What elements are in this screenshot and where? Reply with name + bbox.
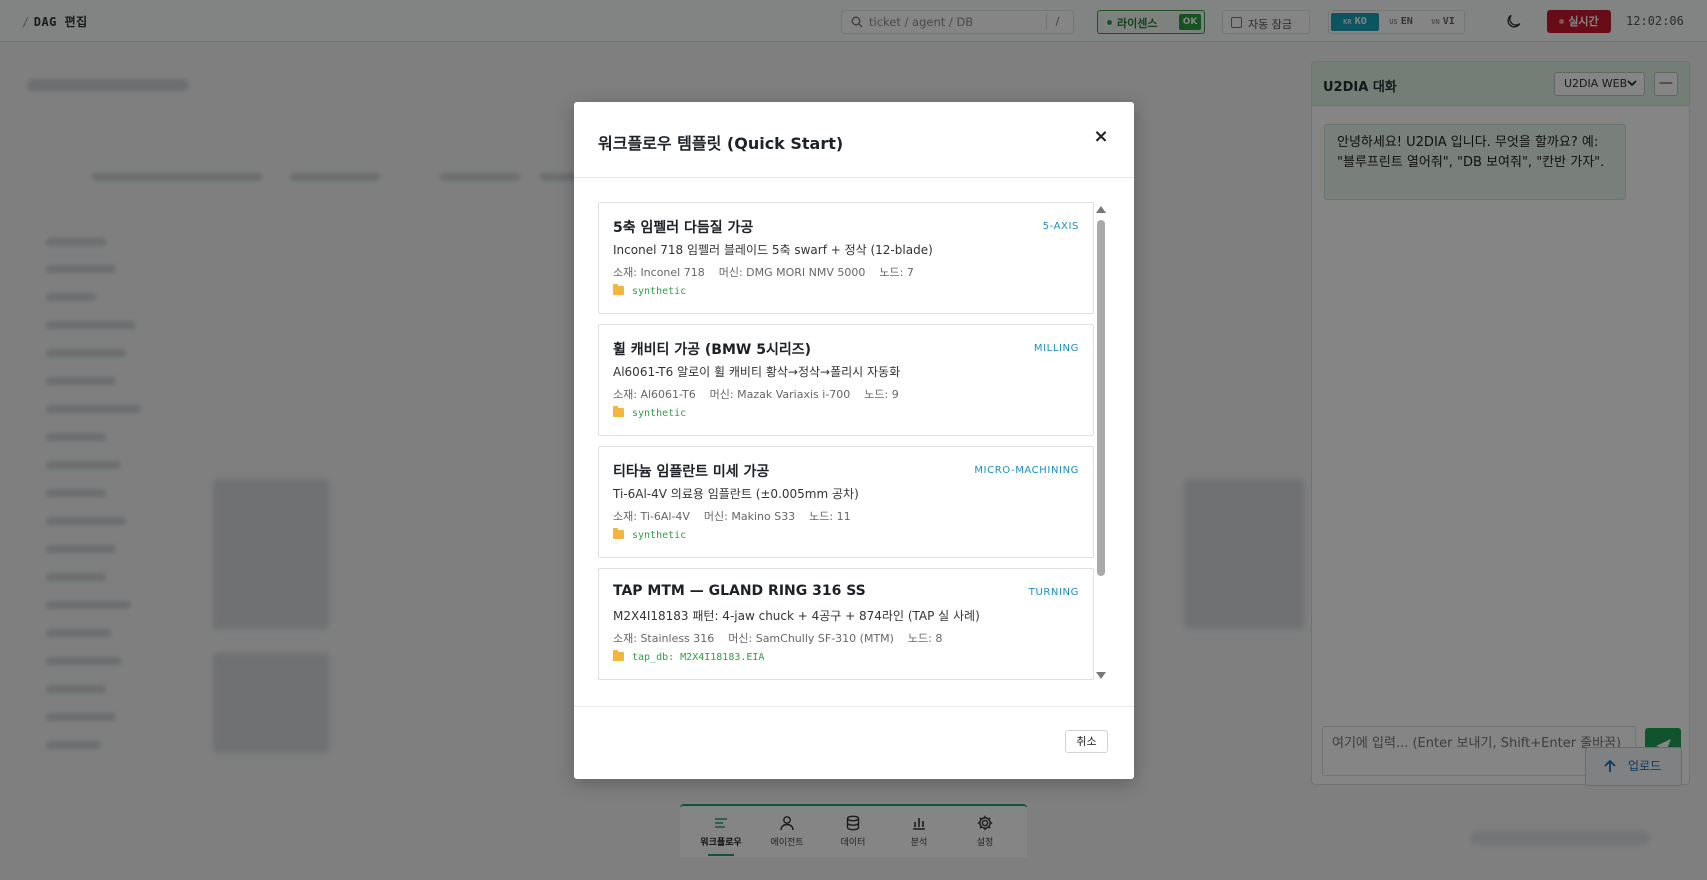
folder-icon xyxy=(613,650,624,661)
modal-header: 워크플로우 템플릿 (Quick Start) × xyxy=(574,102,1134,178)
template-card-titanium[interactable]: 티타늄 임플란트 미세 가공 MICRO-MACHINING Ti-6Al-4V… xyxy=(598,446,1094,558)
modal-title: 워크플로우 템플릿 (Quick Start) xyxy=(598,134,844,153)
template-list: 5축 임펠러 다듬질 가공 5-AXIS Inconel 718 임펠러 블레이… xyxy=(598,202,1098,683)
template-title: 5축 임펠러 다듬질 가공 xyxy=(613,220,754,236)
template-category-tag: TURNING xyxy=(1028,587,1079,598)
modal-footer xyxy=(574,706,1134,779)
template-description: Al6061-T6 알로이 휠 캐비티 황삭→정삭→폴리시 자동화 xyxy=(613,365,901,379)
template-title: 티타늄 임플란트 미세 가공 xyxy=(613,464,770,480)
template-title: 휠 캐비티 가공 (BMW 5시리즈) xyxy=(613,342,811,358)
template-meta: 소재: Stainless 316 머신: SamChully SF-310 (… xyxy=(613,632,943,645)
template-source: synthetic xyxy=(613,406,686,419)
scrollbar-thumb[interactable] xyxy=(1097,220,1105,576)
template-modal: 워크플로우 템플릿 (Quick Start) × 5축 임펠러 다듬질 가공 … xyxy=(574,102,1134,779)
template-card-wheel[interactable]: 휠 캐비티 가공 (BMW 5시리즈) MILLING Al6061-T6 알로… xyxy=(598,324,1094,436)
folder-icon xyxy=(613,284,624,295)
folder-icon xyxy=(613,528,624,539)
template-meta: 소재: Ti-6Al-4V 머신: Makino S33 노드: 11 xyxy=(613,510,851,523)
cancel-button[interactable]: 취소 xyxy=(1065,730,1108,753)
folder-icon xyxy=(613,406,624,417)
template-category-tag: 5-AXIS xyxy=(1042,221,1079,232)
scroll-down-arrow-icon[interactable] xyxy=(1096,672,1106,679)
template-description: M2X4I18183 패턴: 4-jaw chuck + 4공구 + 874라인… xyxy=(613,609,980,623)
template-description: Ti-6Al-4V 의료용 임플란트 (±0.005mm 공차) xyxy=(613,487,859,501)
template-category-tag: MICRO-MACHINING xyxy=(974,465,1079,476)
close-icon[interactable]: × xyxy=(1091,127,1111,147)
template-meta: 소재: Inconel 718 머신: DMG MORI NMV 5000 노드… xyxy=(613,266,914,279)
template-card-impeller[interactable]: 5축 임펠러 다듬질 가공 5-AXIS Inconel 718 임펠러 블레이… xyxy=(598,202,1094,314)
template-meta: 소재: Al6061-T6 머신: Mazak Variaxis i-700 노… xyxy=(613,388,899,401)
template-source: synthetic xyxy=(613,528,686,541)
template-description: Inconel 718 임펠러 블레이드 5축 swarf + 정삭 (12-b… xyxy=(613,243,933,257)
template-card-tap-mtm[interactable]: TAP MTM — GLAND RING 316 SS TURNING M2X4… xyxy=(598,568,1094,680)
template-source: tap_db: M2X4I18183.EIA xyxy=(613,650,764,663)
template-source: synthetic xyxy=(613,284,686,297)
scroll-up-arrow-icon[interactable] xyxy=(1096,206,1106,213)
template-category-tag: MILLING xyxy=(1033,343,1079,354)
template-title: TAP MTM — GLAND RING 316 SS xyxy=(613,583,866,599)
